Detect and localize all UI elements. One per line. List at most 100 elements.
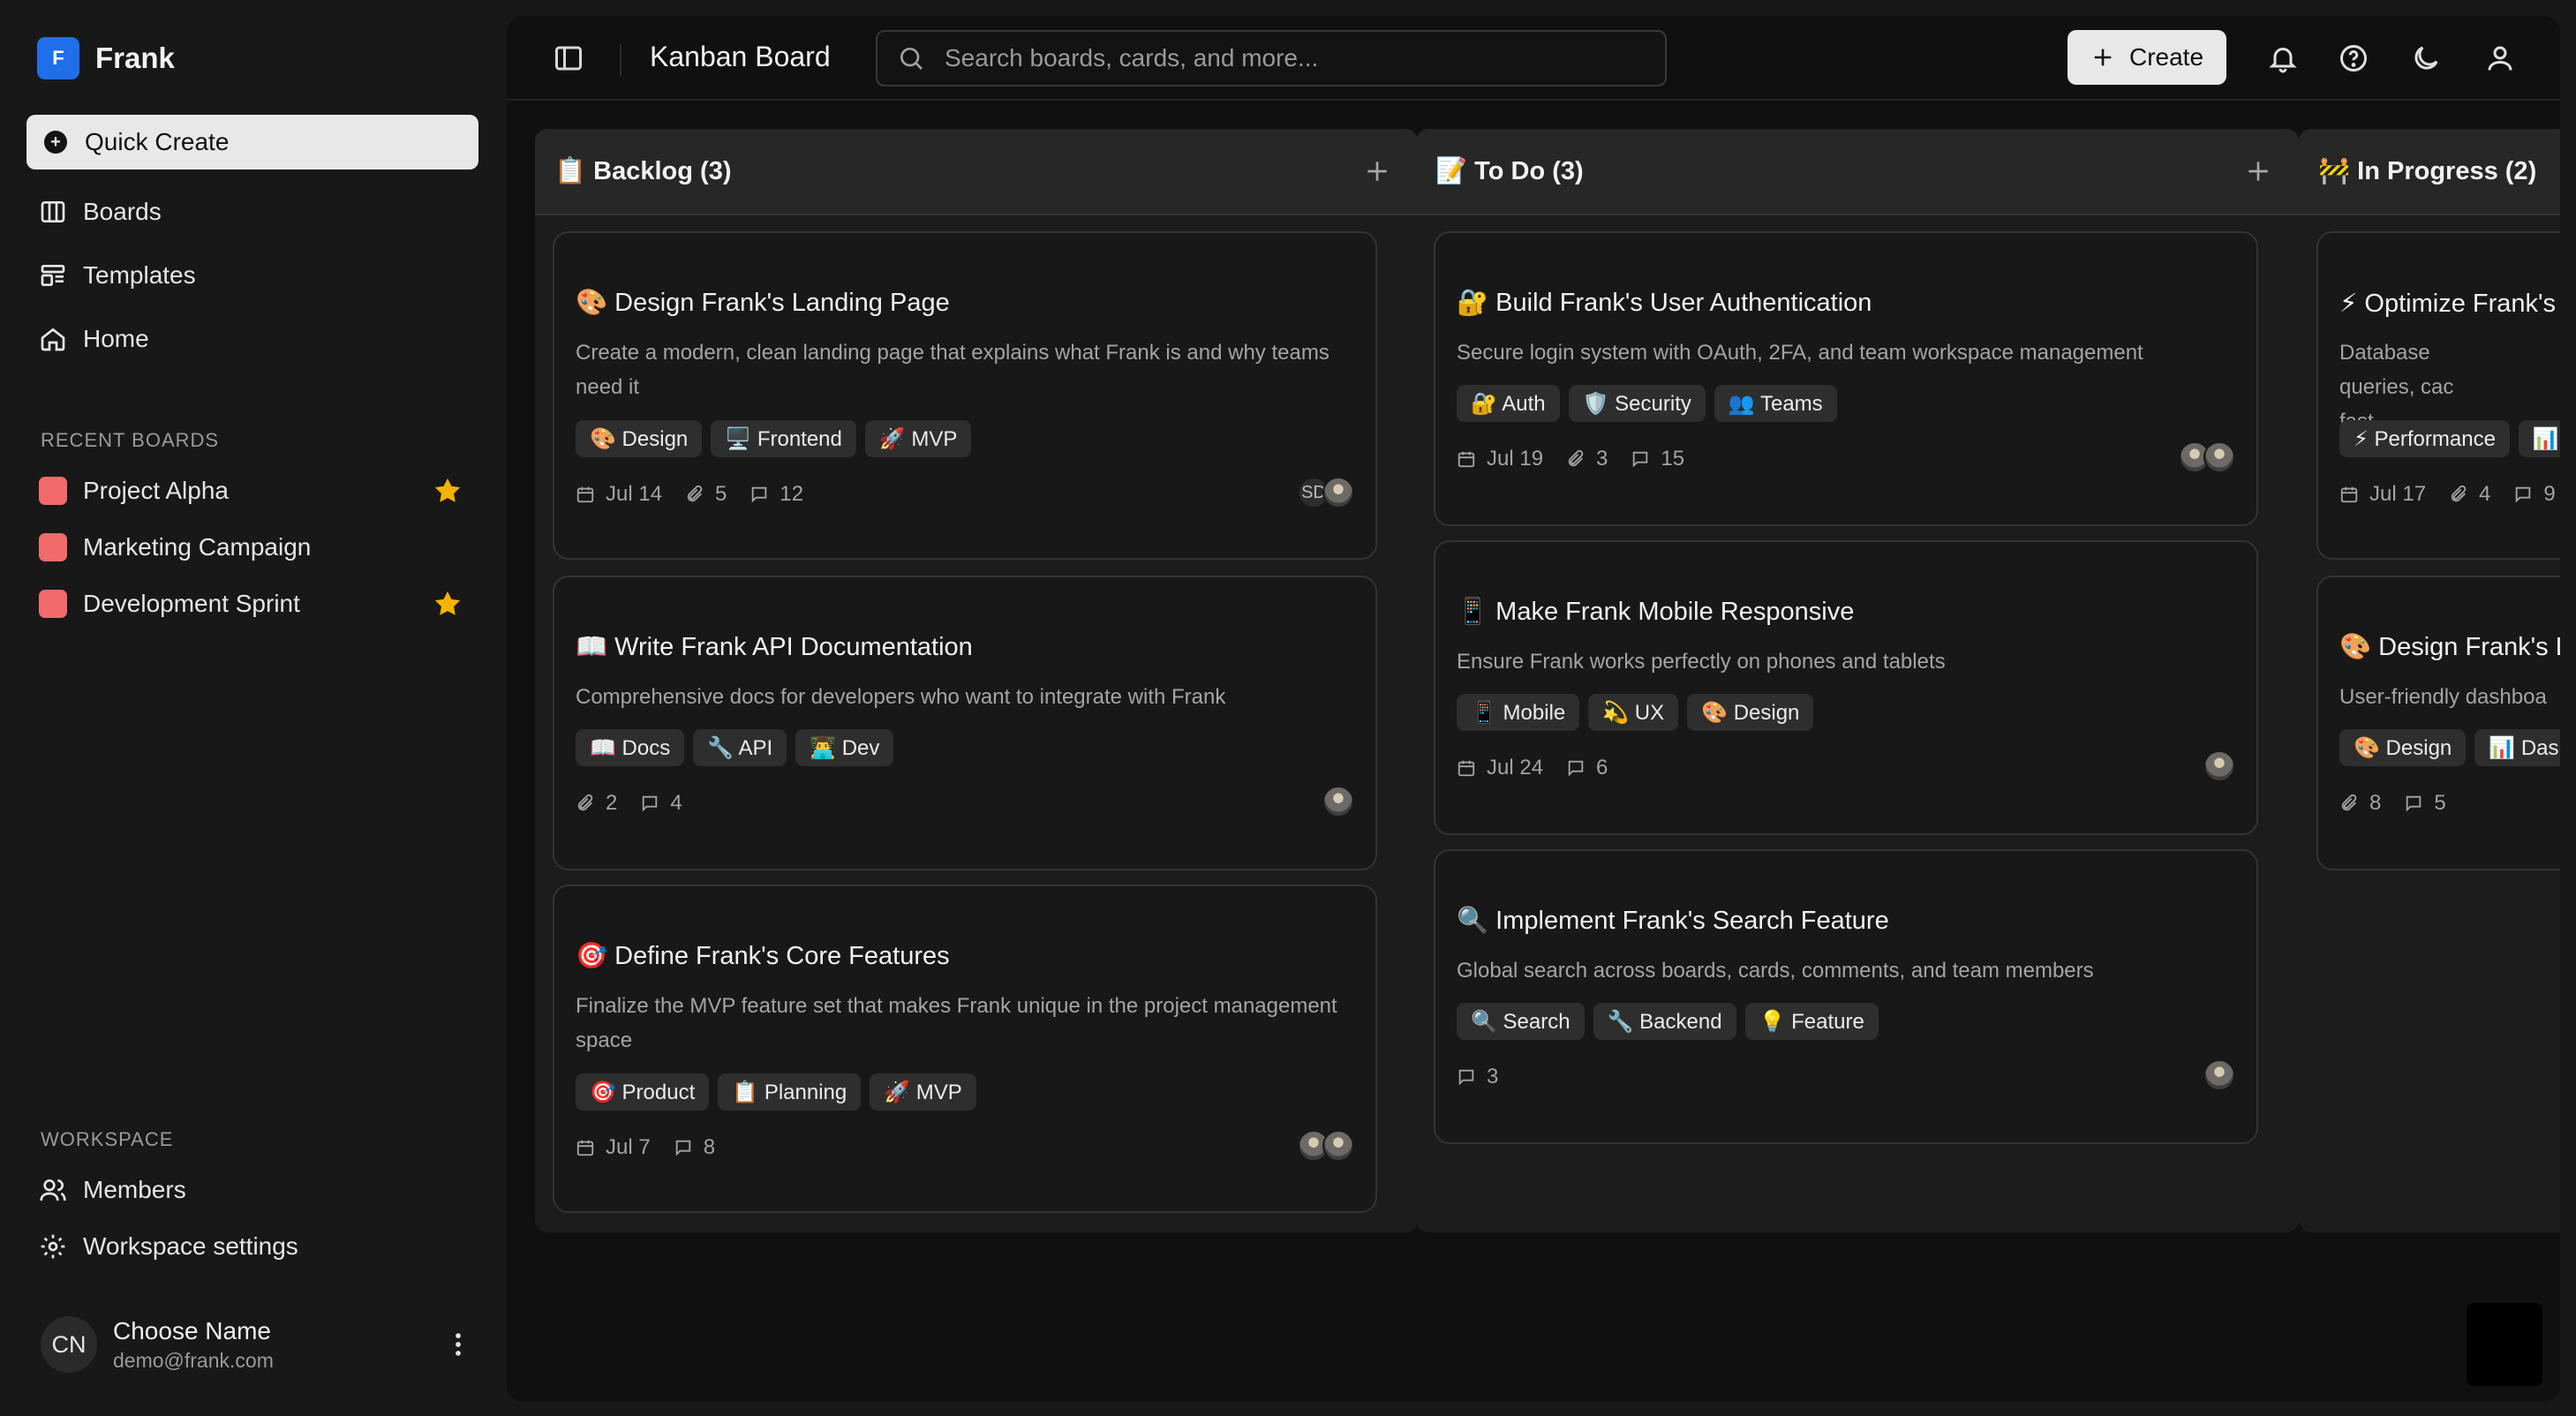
- star-icon[interactable]: [433, 589, 463, 619]
- brand-name: Frank: [95, 41, 175, 74]
- card-meta: 8 5: [2339, 791, 2469, 816]
- tag[interactable]: 🎨 Design: [576, 420, 703, 457]
- help-icon[interactable]: [2338, 42, 2369, 74]
- due-date: Jul 19: [1487, 447, 1544, 471]
- recent-board-project-alpha[interactable]: Project Alpha: [39, 477, 471, 505]
- comment-icon: [752, 486, 767, 503]
- assignee-avatars: SD: [1298, 477, 1354, 508]
- recent-board-marketing-campaign[interactable]: Marketing Campaign: [39, 533, 471, 561]
- tag[interactable]: 🔍 Search: [1457, 1003, 1585, 1040]
- create-button[interactable]: Create: [2068, 30, 2226, 85]
- user-icon[interactable]: [2484, 42, 2516, 74]
- tag[interactable]: 📊 Dash: [2474, 729, 2560, 766]
- avatar[interactable]: [2203, 750, 2235, 782]
- workspace-heading: WORKSPACE: [41, 1128, 174, 1150]
- tag[interactable]: 📖 Docs: [576, 729, 685, 766]
- search-bar[interactable]: [876, 30, 1667, 87]
- board-color-swatch: [39, 477, 67, 505]
- card-title: 📖 Write Frank API Documentation: [576, 633, 973, 661]
- sidebar-item-workspace-settings[interactable]: Workspace settings: [39, 1232, 298, 1261]
- avatar[interactable]: [2203, 1059, 2235, 1091]
- calendar-icon: [1457, 451, 1475, 468]
- comment-icon: [643, 795, 658, 812]
- home-icon: [41, 328, 65, 351]
- card[interactable]: 🎨 Design Frank's Landing Page Create a m…: [553, 231, 1377, 560]
- sidebar-item-label: Boards: [83, 198, 162, 225]
- main-panel: Kanban Board Create 📋 Backlog (3) 🎨 Desi…: [507, 16, 2560, 1402]
- tag[interactable]: 👥 Teams: [1714, 385, 1837, 422]
- avatar[interactable]: [2203, 441, 2235, 473]
- attachment-count: 4: [2479, 482, 2491, 506]
- users-icon: [40, 1179, 66, 1201]
- tag[interactable]: 📱 Mobile: [1457, 694, 1580, 731]
- card[interactable]: 🔍 Implement Frank's Search Feature Globa…: [1434, 849, 2258, 1144]
- sidebar-item-home[interactable]: Home: [39, 325, 149, 353]
- user-profile[interactable]: CN Choose Name demo@frank.com: [41, 1314, 473, 1375]
- tag[interactable]: 🎯 Product: [576, 1073, 710, 1111]
- tag[interactable]: 🔐 Auth: [1457, 385, 1560, 422]
- card[interactable]: 🎨 Design Frank's D User-friendly dashboa…: [2316, 576, 2560, 870]
- sidebar-item-members[interactable]: Members: [39, 1176, 186, 1204]
- bell-icon[interactable]: [2267, 42, 2299, 74]
- tag[interactable]: 🚀 MVP: [864, 420, 972, 457]
- tag[interactable]: 🎨 Design: [2339, 729, 2467, 766]
- paperclip-icon: [1568, 449, 1584, 467]
- card[interactable]: ⚡ Optimize Frank's Database queries, cac…: [2316, 231, 2560, 560]
- tag[interactable]: 🎨 Design: [1687, 694, 1814, 731]
- quick-create-button[interactable]: + Quick Create: [26, 115, 478, 169]
- avatar[interactable]: [1322, 786, 1354, 817]
- avatar[interactable]: [1322, 1130, 1354, 1162]
- tag[interactable]: 🔧 Backend: [1593, 1003, 1736, 1040]
- card-description: Secure login system with OAuth, 2FA, and…: [1457, 341, 2143, 365]
- card[interactable]: 🎯 Define Frank's Core Features Finalize …: [553, 885, 1377, 1213]
- tag[interactable]: 🔧 API: [693, 729, 787, 766]
- comment-count: 15: [1661, 447, 1685, 471]
- avatar: CN: [41, 1316, 97, 1373]
- moon-icon[interactable]: [2410, 42, 2442, 74]
- column-title: 🚧 In Progress (2): [2318, 157, 2537, 185]
- tag[interactable]: 📊: [2518, 420, 2560, 457]
- sidebar-item-boards[interactable]: Boards: [39, 198, 162, 226]
- floating-widget[interactable]: [2467, 1303, 2542, 1386]
- brand[interactable]: F Frank: [37, 37, 175, 79]
- topbar: Kanban Board Create: [507, 16, 2560, 101]
- star-icon[interactable]: [433, 476, 463, 506]
- sidebar-toggle-icon[interactable]: [553, 42, 584, 74]
- attachment-count: 5: [715, 482, 727, 506]
- calendar-icon: [1457, 760, 1475, 777]
- column-header: 📋 Backlog (3): [535, 129, 1418, 215]
- avatar[interactable]: [1322, 477, 1354, 508]
- tag[interactable]: ⚡ Performance: [2339, 420, 2510, 457]
- plus-icon[interactable]: [2244, 157, 2272, 185]
- recent-board-development-sprint[interactable]: Development Sprint: [39, 590, 471, 618]
- paperclip-icon: [687, 485, 703, 502]
- plus-icon: [2094, 49, 2112, 66]
- more-vertical-icon[interactable]: [443, 1329, 473, 1360]
- card[interactable]: 🔐 Build Frank's User Authentication Secu…: [1434, 231, 2258, 526]
- tag[interactable]: 💫 UX: [1588, 694, 1679, 731]
- card-title: 🎯 Define Frank's Core Features: [576, 942, 950, 970]
- tag[interactable]: 📋 Planning: [718, 1073, 862, 1111]
- recent-board-label: Marketing Campaign: [83, 533, 312, 561]
- sidebar: F Frank + Quick Create Boards Templates …: [0, 0, 505, 1416]
- card-description: Create a modern, clean landing page that…: [576, 341, 1329, 399]
- tag[interactable]: 👨‍💻 Dev: [795, 729, 894, 766]
- tag[interactable]: 🛡️ Security: [1568, 385, 1706, 422]
- card-meta: 2 4: [576, 791, 705, 816]
- tag[interactable]: 💡 Feature: [1744, 1003, 1879, 1040]
- assignee-avatars: [1322, 786, 1354, 817]
- card[interactable]: 📖 Write Frank API Documentation Comprehe…: [553, 576, 1377, 870]
- sidebar-item-templates[interactable]: Templates: [39, 261, 196, 290]
- comment-count: 9: [2543, 482, 2556, 506]
- recent-board-label: Project Alpha: [83, 477, 229, 504]
- tag[interactable]: 🚀 MVP: [870, 1073, 976, 1111]
- tag[interactable]: 🖥️ Frontend: [711, 420, 856, 457]
- sidebar-item-label: Workspace settings: [83, 1232, 298, 1260]
- create-label: Create: [2128, 43, 2204, 71]
- card-title: 📱 Make Frank Mobile Responsive: [1457, 598, 1855, 626]
- tag-list: 🔍 Search 🔧 Backend 💡 Feature: [1457, 1003, 1879, 1040]
- assignee-avatars: [2203, 750, 2235, 782]
- search-input[interactable]: [945, 44, 1651, 72]
- plus-icon[interactable]: [1363, 157, 1391, 185]
- card[interactable]: 📱 Make Frank Mobile Responsive Ensure Fr…: [1434, 540, 2258, 835]
